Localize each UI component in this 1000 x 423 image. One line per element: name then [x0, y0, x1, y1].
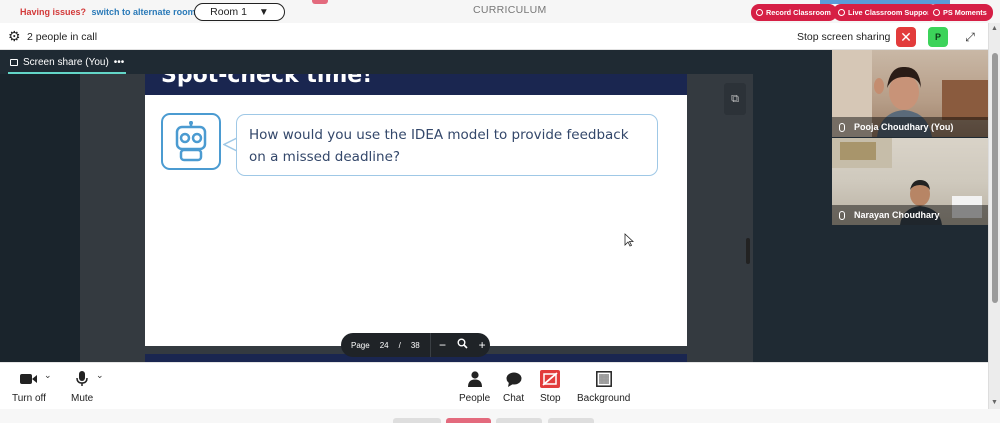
- open-external-icon[interactable]: ⧉: [724, 83, 746, 115]
- ps-moments-label: PS Moments: [943, 8, 987, 17]
- tab-accent: [312, 0, 328, 4]
- scroll-up-icon[interactable]: ▲: [991, 25, 998, 32]
- top-bar: Having issues? switch to alternate room …: [0, 0, 1000, 23]
- video-camera-icon: [19, 369, 38, 389]
- microphone-icon: [839, 122, 845, 132]
- stop-sharing-button[interactable]: ✕: [896, 27, 916, 47]
- chevron-down-icon[interactable]: ⌄: [44, 370, 52, 381]
- gear-icon[interactable]: ⚙: [8, 29, 21, 43]
- stop-screen-sharing-label: Stop screen sharing: [797, 31, 891, 43]
- participant-name: Pooja Choudhary (You): [854, 122, 954, 132]
- call-controls: Turn off ⌄ Mute ⌄ People Chat Stop Backg…: [0, 362, 988, 409]
- ps-moments-button[interactable]: PS Moments: [928, 4, 993, 21]
- live-support-label: Live Classroom Support: [848, 8, 933, 17]
- support-icon: [838, 9, 845, 16]
- mute-button[interactable]: Mute: [71, 369, 93, 404]
- screen-share-tab[interactable]: Screen share (You) •••: [10, 57, 124, 68]
- person-icon: [467, 369, 482, 389]
- mute-label: Mute: [71, 393, 94, 404]
- participant-panel: Pooja Choudhary (You) Narayan Choudhary: [832, 50, 988, 362]
- expand-icon[interactable]: ⤢: [960, 27, 980, 47]
- chat-bubble-icon: [506, 369, 522, 389]
- page-scrollbar[interactable]: ▲ ▼: [988, 23, 1000, 409]
- viewer-scroll-thumb[interactable]: [746, 238, 750, 264]
- close-icon: ✕: [900, 28, 912, 45]
- total-pages: 38: [410, 340, 420, 350]
- page-label: Page: [351, 340, 370, 350]
- record-icon: [756, 9, 763, 16]
- current-page-input[interactable]: 24: [380, 341, 389, 350]
- footer-tab: [446, 418, 491, 423]
- background-button[interactable]: Background: [577, 369, 630, 404]
- monitor-icon: [10, 59, 18, 66]
- zoom-reset-icon[interactable]: [454, 338, 470, 352]
- camera-label: Turn off: [12, 393, 46, 404]
- call-header: ⚙ 2 people in call Stop screen sharing ✕…: [0, 23, 988, 50]
- mouse-cursor-icon: [624, 233, 634, 247]
- page-navigator: Page 24 / 38 − +: [341, 333, 490, 357]
- background-label: Background: [577, 393, 631, 404]
- people-button[interactable]: People: [459, 369, 490, 404]
- alternate-room-link[interactable]: switch to alternate room: [92, 7, 196, 17]
- moments-icon: [933, 9, 940, 16]
- microphone-icon: [839, 210, 845, 220]
- record-classroom-label: Record Classroom: [766, 8, 831, 17]
- screen-share-label: Screen share (You): [23, 57, 109, 68]
- chevron-down-icon[interactable]: ⌄: [96, 370, 104, 381]
- slide-page: How would you use the IDEA model to prov…: [145, 95, 687, 346]
- pager-divider: [429, 333, 431, 357]
- page-title: CURRICULUM: [473, 4, 547, 16]
- slide-question: How would you use the IDEA model to prov…: [249, 127, 629, 165]
- stop-share-button[interactable]: Stop: [540, 369, 561, 404]
- issues-text: Having issues?: [20, 7, 87, 17]
- participant-name-tag: Pooja Choudhary (You): [832, 117, 988, 137]
- speech-bubble: How would you use the IDEA model to prov…: [236, 114, 658, 176]
- participant-tile[interactable]: Pooja Choudhary (You): [832, 50, 988, 137]
- footer-tab: [496, 418, 542, 423]
- presenter-avatar[interactable]: P: [928, 27, 948, 47]
- people-in-call: 2 people in call: [27, 31, 98, 43]
- caret-down-icon: ▼: [258, 6, 269, 18]
- camera-button[interactable]: Turn off: [12, 369, 46, 404]
- participant-name: Narayan Choudhary: [854, 210, 940, 220]
- left-pane: [0, 74, 80, 362]
- footer-tab: [393, 418, 441, 423]
- people-label: People: [459, 393, 491, 404]
- scrollbar-thumb[interactable]: [992, 53, 998, 303]
- room-selector[interactable]: Room 1 ▼: [194, 3, 285, 21]
- background-icon: [595, 369, 612, 389]
- more-options-icon[interactable]: •••: [114, 57, 125, 68]
- scroll-down-icon[interactable]: ▼: [991, 399, 998, 406]
- live-support-button[interactable]: Live Classroom Support: [833, 4, 939, 21]
- microphone-icon: [76, 369, 88, 389]
- zoom-out-button[interactable]: −: [435, 338, 451, 352]
- footer-strip: [0, 409, 1000, 423]
- participant-tile[interactable]: Narayan Choudhary: [832, 138, 988, 225]
- slide-title: Spot-check time!: [161, 74, 373, 88]
- record-classroom-button[interactable]: Record Classroom: [751, 4, 837, 21]
- robot-icon: [161, 113, 221, 170]
- page-separator: /: [398, 340, 401, 350]
- stop-label: Stop: [540, 393, 561, 404]
- stop-share-icon: [540, 369, 561, 389]
- participant-name-tag: Narayan Choudhary: [832, 205, 988, 225]
- chat-button[interactable]: Chat: [503, 369, 524, 404]
- issues-notice: Having issues? switch to alternate room: [20, 7, 196, 17]
- chat-label: Chat: [503, 393, 525, 404]
- footer-tab: [548, 418, 594, 423]
- screen-share-stage: Screen share (You) ••• Spot-check time! …: [0, 50, 988, 362]
- room-label: Room 1: [210, 6, 247, 18]
- slide-header-strip: Spot-check time!: [145, 74, 687, 95]
- zoom-in-button[interactable]: +: [474, 338, 490, 352]
